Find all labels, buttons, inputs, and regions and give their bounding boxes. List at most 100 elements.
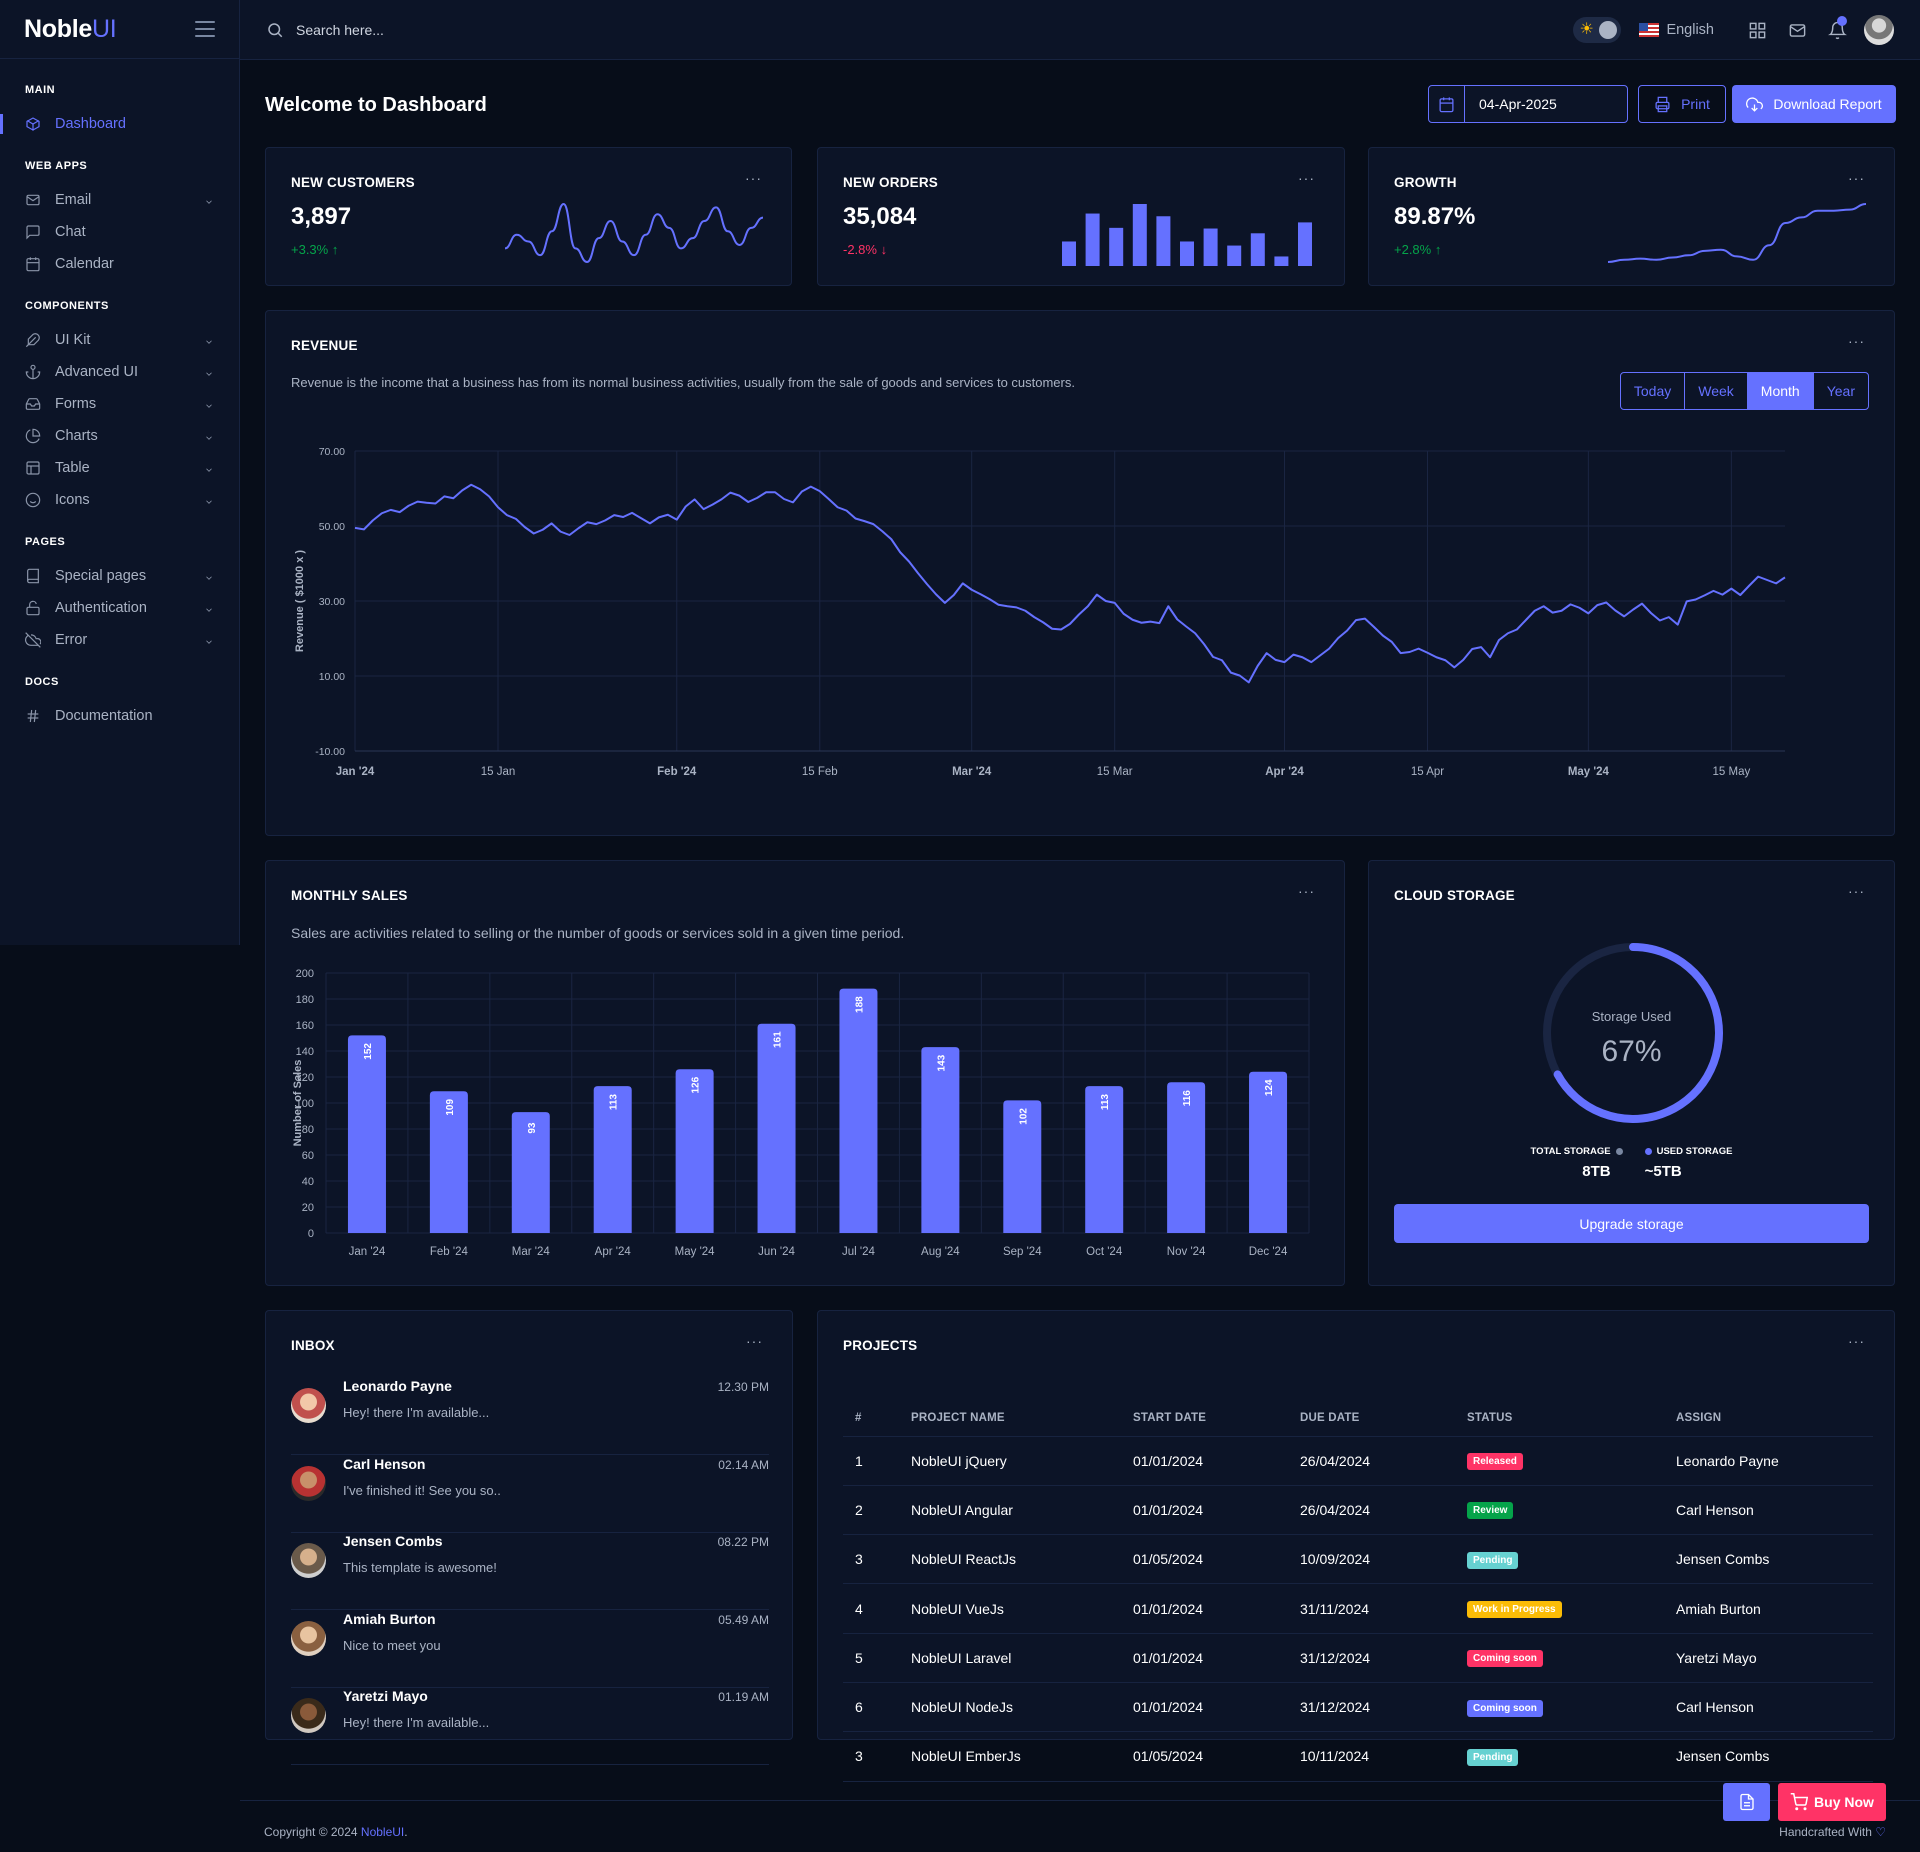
print-button[interactable]: Print [1638, 85, 1726, 123]
table-row[interactable]: 3 NobleUI ReactJs 01/05/2024 10/09/2024 Pend… [843, 1534, 1873, 1585]
due-date: 10/09/2024 [1288, 1534, 1455, 1585]
legend-total-storage: TOTAL STORAGE 8TB [1531, 1146, 1623, 1180]
sparkline-series [1607, 203, 1867, 263]
range-year-button[interactable]: Year [1812, 373, 1868, 409]
menu-toggle-icon[interactable] [195, 21, 215, 37]
table-row[interactable]: 2 NobleUI Angular 01/01/2024 26/04/2024 Revi… [843, 1485, 1873, 1536]
status-badge: Coming soon [1467, 1650, 1543, 1668]
sidebar-item-calendar[interactable]: Calendar [0, 248, 239, 280]
due-date: 26/04/2024 [1288, 1485, 1455, 1536]
range-month-button[interactable]: Month [1746, 373, 1813, 409]
start-date: 01/01/2024 [1121, 1633, 1288, 1683]
sidebar-item-ui-kit[interactable]: UI Kit [0, 324, 239, 356]
bar-data-label: 113 [609, 1094, 620, 1111]
range-selector[interactable]: Today Week Month Year [1619, 372, 1869, 410]
kpi-card-growth: GROWTH ··· 89.87% +2.8% ↑ [1368, 147, 1895, 286]
sidebar-item-authentication[interactable]: Authentication [0, 592, 239, 624]
chevron-down-icon [204, 635, 212, 644]
start-date: 01/01/2024 [1121, 1436, 1288, 1486]
kpi-value: 89.87% [1394, 203, 1476, 230]
table-row[interactable]: 5 NobleUI Laravel 01/01/2024 31/12/2024 Comi… [843, 1633, 1873, 1683]
documentation-float-button[interactable] [1723, 1783, 1770, 1821]
chevron-down-icon [204, 431, 212, 440]
inbox-item[interactable]: Carl Henson 02.14 AM I've finished it! See… [291, 1456, 769, 1533]
sidebar: NobleUI MAIN Dashboard WEB APPS Email Chat Ca… [0, 0, 240, 945]
sidebar-item-charts[interactable]: Charts [0, 420, 239, 452]
chevron-down-icon [204, 195, 212, 204]
sidebar-item-documentation[interactable]: Documentation [0, 700, 239, 732]
inbox-item[interactable]: Leonardo Payne 12.30 PM Hey! there I'm ava… [291, 1378, 769, 1455]
range-today-button[interactable]: Today [1621, 373, 1684, 409]
more-options-icon[interactable]: ··· [1848, 884, 1866, 901]
search-input[interactable]: Search here... [296, 22, 384, 38]
download-report-button[interactable]: Download Report [1732, 85, 1896, 123]
sidebar-header: NobleUI [0, 0, 239, 59]
inbox-icon [25, 396, 41, 412]
inbox-title: INBOX [291, 1338, 335, 1353]
apps-icon[interactable] [1746, 19, 1768, 41]
upgrade-storage-button[interactable]: Upgrade storage [1394, 1204, 1869, 1243]
sparkline-series [504, 202, 764, 264]
mail-icon[interactable] [1786, 19, 1808, 41]
table-row[interactable]: 4 NobleUI VueJs 01/01/2024 31/11/2024 Work i… [843, 1583, 1873, 1634]
sender-name: Yaretzi Mayo [343, 1688, 428, 1704]
sidebar-item-advanced-ui[interactable]: Advanced UI [0, 356, 239, 388]
language-dropdown[interactable]: English [1639, 22, 1714, 38]
inbox-item[interactable]: Jensen Combs 08.22 PM This template is awe… [291, 1533, 769, 1610]
project-name: NobleUI VueJs [899, 1583, 1121, 1634]
nav-group: COMPONENTS UI Kit Advanced UI Forms Charts Ta… [0, 300, 239, 516]
more-options-icon[interactable]: ··· [1298, 884, 1316, 901]
search-bar[interactable]: Search here... [266, 21, 384, 39]
table-row[interactable]: 1 NobleUI jQuery 01/01/2024 26/04/2024 Relea… [843, 1436, 1873, 1486]
sidebar-item-label: Table [55, 460, 90, 476]
date-value[interactable]: 04-Apr-2025 [1465, 96, 1557, 112]
inbox-item[interactable]: Amiah Burton 05.49 AM Nice to meet you [291, 1611, 769, 1688]
more-options-icon[interactable]: ··· [1848, 1334, 1866, 1351]
sidebar-item-email[interactable]: Email [0, 184, 239, 216]
theme-toggle[interactable]: ☀ [1573, 17, 1622, 43]
sidebar-item-chat[interactable]: Chat [0, 216, 239, 248]
user-avatar[interactable] [1864, 15, 1894, 45]
bell-icon[interactable] [1826, 16, 1848, 41]
sidebar-item-error[interactable]: Error [0, 624, 239, 656]
more-options-icon[interactable]: ··· [1298, 171, 1316, 188]
bar-data-label: 102 [1018, 1108, 1029, 1125]
chevron-down-icon [204, 495, 212, 504]
feather-icon [25, 332, 41, 348]
range-week-button[interactable]: Week [1684, 373, 1747, 409]
page-header: Welcome to Dashboard 04-Apr-2025 Print D… [265, 85, 1896, 125]
row-number: 4 [843, 1583, 899, 1634]
more-options-icon[interactable]: ··· [746, 1334, 764, 1351]
sidebar-item-table[interactable]: Table [0, 452, 239, 484]
project-name: NobleUI EmberJs [899, 1731, 1121, 1782]
sidebar-item-special-pages[interactable]: Special pages [0, 560, 239, 592]
chevron-down-icon [204, 367, 212, 376]
gauge-fill [1553, 943, 1723, 1123]
table-row[interactable]: 6 NobleUI NodeJs 01/01/2024 31/12/2024 Comin… [843, 1682, 1873, 1733]
sidebar-item-icons[interactable]: Icons [0, 484, 239, 516]
more-options-icon[interactable]: ··· [745, 171, 763, 188]
sidebar-nav: MAIN Dashboard WEB APPS Email Chat Calendar CO… [0, 59, 239, 732]
sparkline-bar [1085, 213, 1100, 266]
revenue-series [354, 483, 1786, 684]
buy-now-button[interactable]: Buy Now [1778, 1783, 1886, 1821]
start-date: 01/01/2024 [1121, 1682, 1288, 1733]
sidebar-item-forms[interactable]: Forms [0, 388, 239, 420]
x-tick-label: 15 Apr [1411, 766, 1444, 778]
footer-brand-link[interactable]: NobleUI [361, 1825, 404, 1839]
print-label: Print [1681, 96, 1710, 112]
sparkline-bar [1062, 241, 1076, 266]
y-axis-label: Number of Sales [292, 1060, 304, 1147]
date-picker[interactable]: 04-Apr-2025 [1428, 85, 1628, 123]
pie-chart-icon [25, 428, 41, 444]
sidebar-item-dashboard[interactable]: Dashboard [0, 108, 239, 140]
sparkline-bar [1180, 241, 1194, 266]
y-tick-label: 0 [308, 1228, 314, 1240]
table-row[interactable]: 3 NobleUI EmberJs 01/05/2024 10/11/2024 Pend… [843, 1731, 1873, 1782]
inbox-item[interactable]: Yaretzi Mayo 01.19 AM Hey! there I'm avail… [291, 1688, 769, 1765]
more-options-icon[interactable]: ··· [1848, 334, 1866, 351]
more-options-icon[interactable]: ··· [1848, 171, 1866, 188]
brand-logo[interactable]: NobleUI [24, 15, 117, 44]
sparkline-bar-chart [1062, 204, 1312, 266]
us-flag-icon [1639, 23, 1660, 37]
